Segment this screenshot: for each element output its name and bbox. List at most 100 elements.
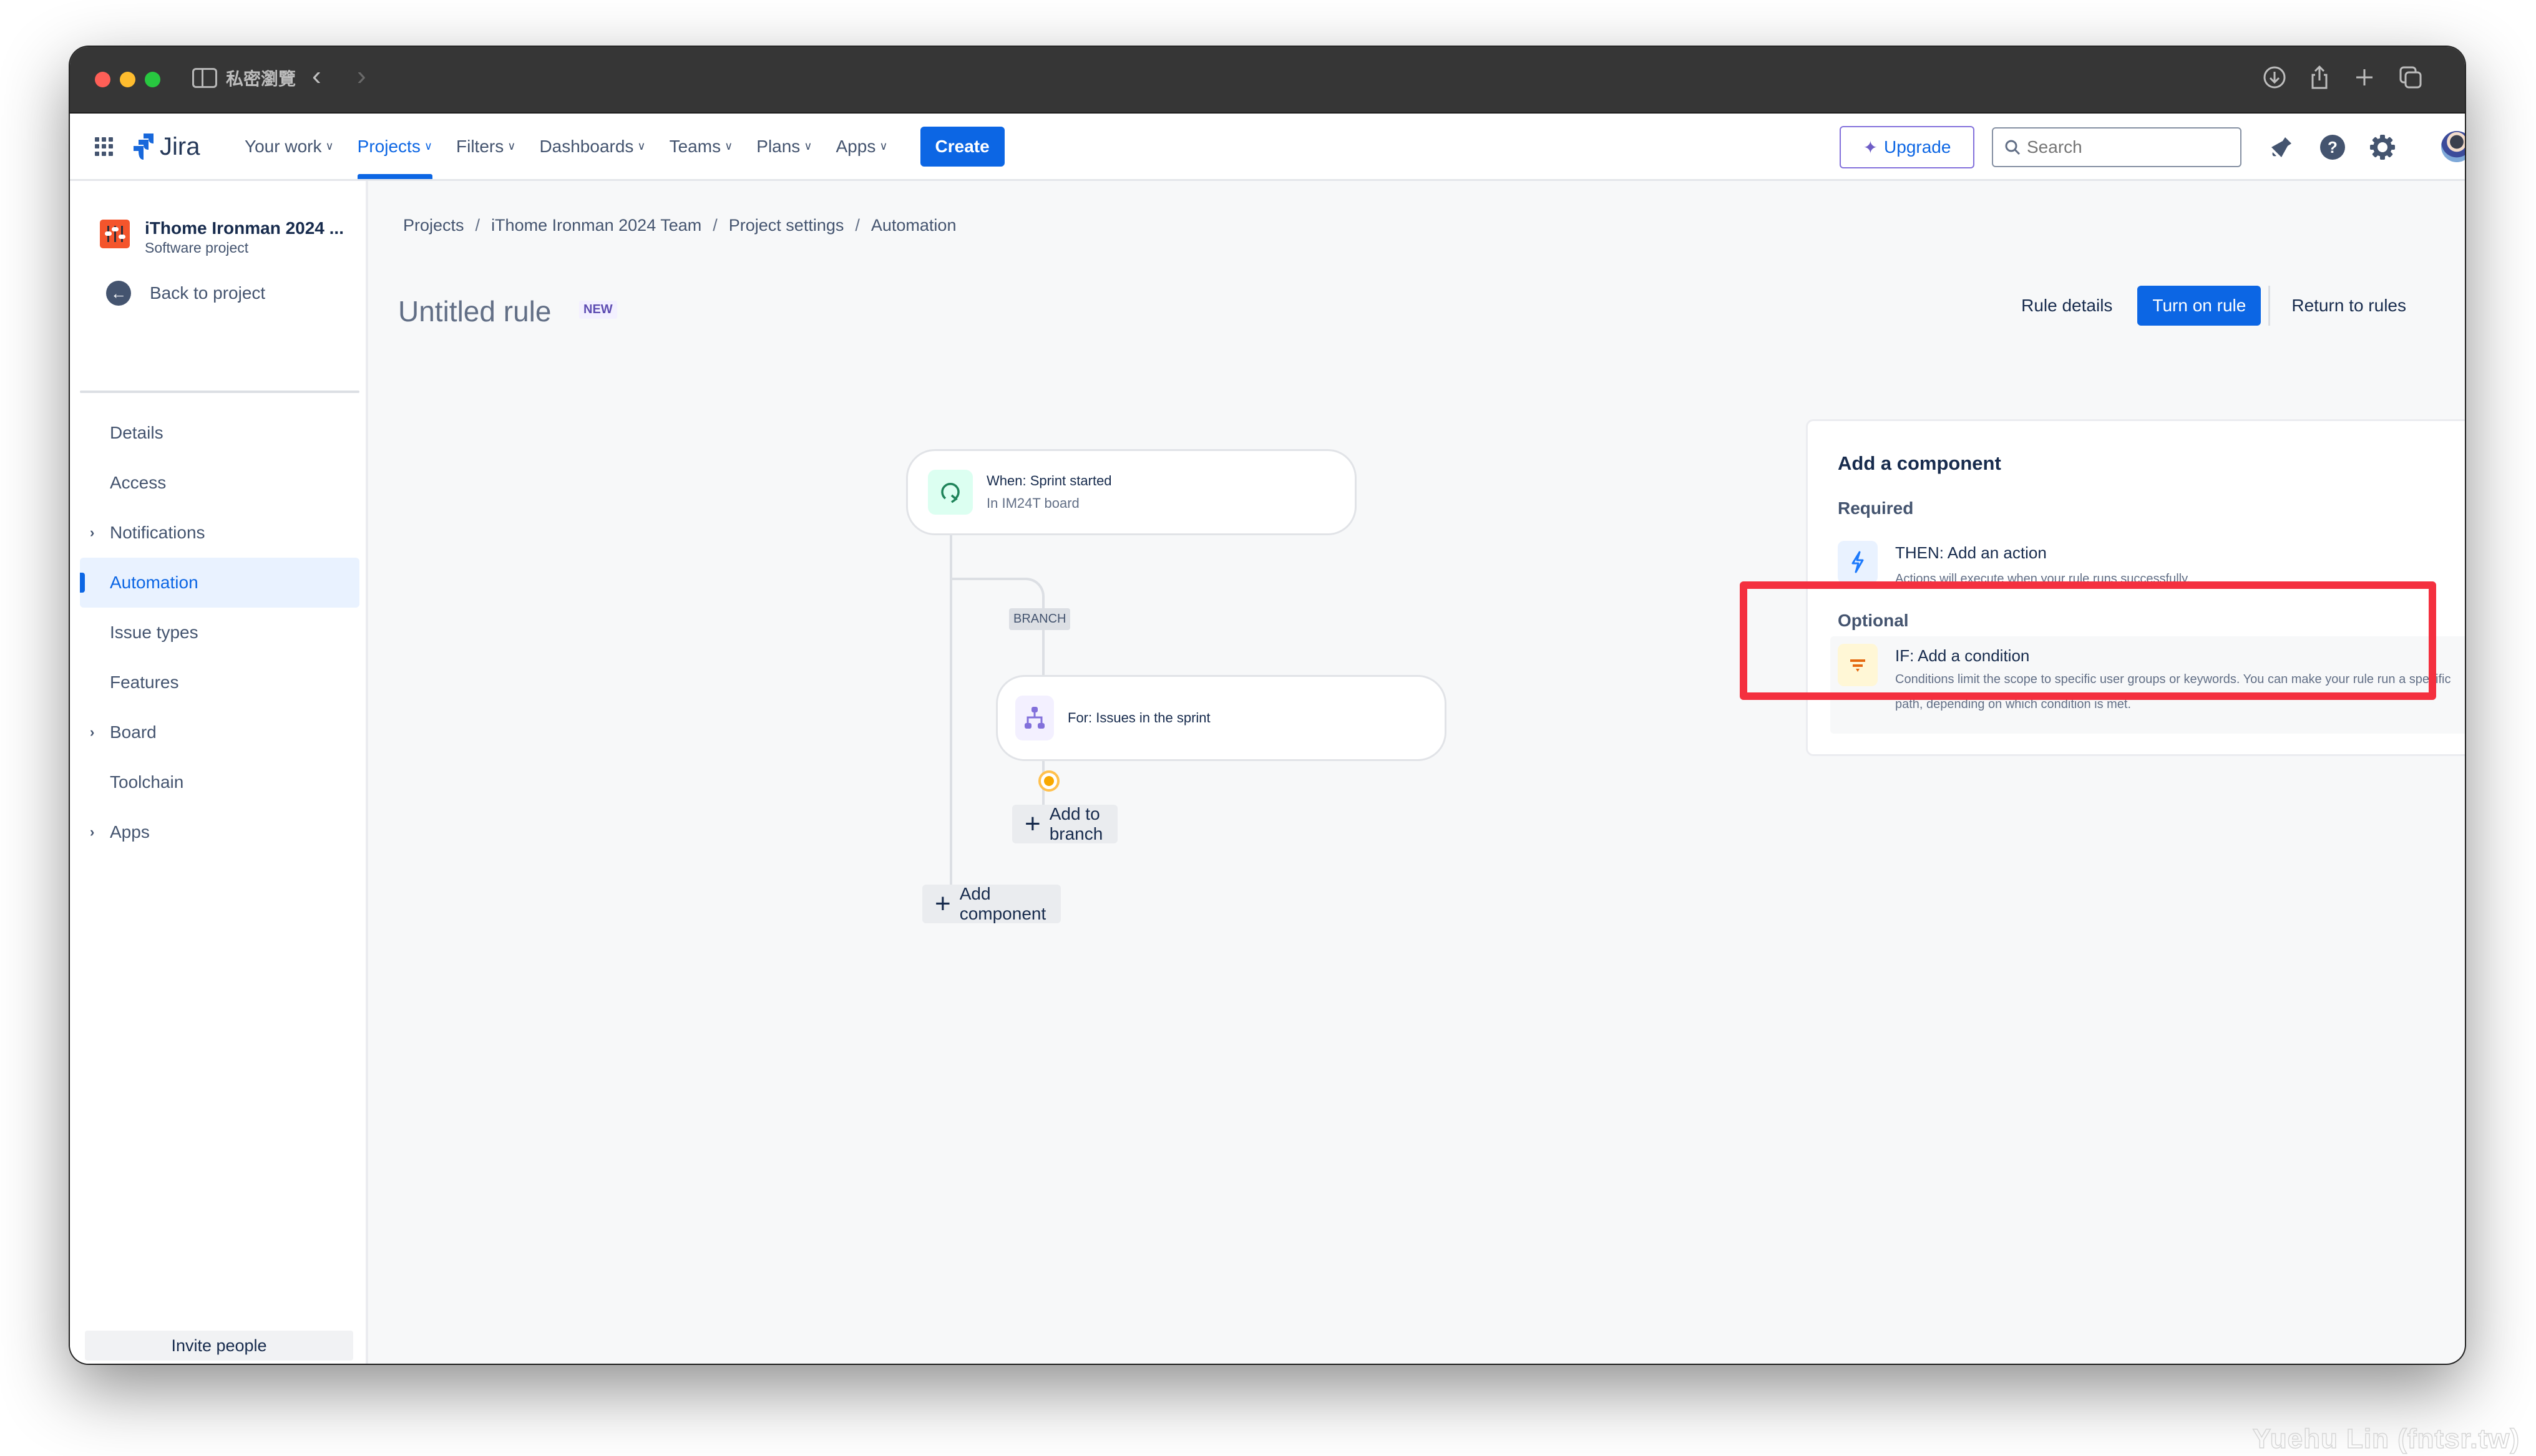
nav-label: Plans (756, 136, 801, 156)
lightning-icon (1838, 541, 1878, 583)
return-to-rules-button[interactable]: Return to rules (2285, 286, 2412, 326)
insertion-point-marker[interactable] (1038, 770, 1060, 792)
breadcrumb-separator: / (855, 216, 860, 235)
sidebar-item-issue-types[interactable]: Issue types (80, 608, 359, 658)
sidebar-item-label: Automation (110, 573, 198, 592)
zoom-window-button[interactable] (145, 72, 160, 87)
project-avatar-icon (100, 220, 130, 248)
nav-teams[interactable]: Teams ∨ (670, 114, 733, 179)
app-switcher-icon[interactable] (95, 137, 114, 156)
chevron-right-icon[interactable]: › (90, 724, 94, 740)
invite-people-button[interactable]: Invite people (85, 1331, 353, 1361)
settings-icon[interactable] (2369, 133, 2396, 161)
nav-filters[interactable]: Filters ∨ (456, 114, 515, 179)
nav-projects[interactable]: Projects ∨ (357, 114, 433, 179)
primary-nav: Your work ∨ Projects ∨ Filters ∨ Dashboards… (245, 114, 1005, 179)
branch-label: BRANCH (1009, 608, 1071, 630)
branch-connector-line (950, 578, 1023, 580)
nav-label: Teams (669, 136, 721, 156)
nav-your-work[interactable]: Your work ∨ (245, 114, 334, 179)
nav-apps[interactable]: Apps ∨ (836, 114, 888, 179)
add-component-label: Add component (959, 884, 1046, 923)
chevron-down-icon: ∨ (507, 140, 516, 152)
chevron-down-icon: ∨ (724, 140, 733, 152)
chevron-right-icon[interactable]: › (90, 525, 94, 541)
project-type: Software project (145, 240, 249, 256)
rule-header-actions: Rule details Turn on rule Return to rule… (2007, 286, 2412, 326)
back-to-project-label: Back to project (150, 283, 266, 303)
back-icon[interactable]: ‹ (312, 61, 321, 92)
minimize-window-button[interactable] (120, 72, 135, 87)
breadcrumb-project-settings[interactable]: Project settings (729, 216, 844, 235)
sidebar-toggle-icon[interactable] (192, 68, 217, 88)
sidebar-item-label: Issue types (110, 623, 198, 642)
tab-overview-icon[interactable] (2397, 64, 2424, 90)
jira-logo[interactable]: Jira (132, 132, 200, 161)
sidebar-item-label: Toolchain (110, 772, 184, 792)
forward-icon[interactable]: › (357, 61, 366, 92)
nav-plans[interactable]: Plans ∨ (756, 114, 812, 179)
required-section-label: Required (1838, 498, 1914, 518)
new-tab-icon[interactable] (2351, 64, 2378, 90)
annotation-highlight-box (1740, 581, 2436, 700)
sidebar-item-details[interactable]: Details (80, 408, 359, 458)
chevron-down-icon: ∨ (879, 140, 888, 152)
sidebar-item-label: Notifications (110, 523, 205, 542)
breadcrumb-project[interactable]: iThome Ironman 2024 Team (491, 216, 701, 235)
sidebar-item-notifications[interactable]: › Notifications (80, 508, 359, 558)
nav-dashboards[interactable]: Dashboards ∨ (539, 114, 645, 179)
add-component-button[interactable]: + Add component (922, 884, 1061, 923)
create-button[interactable]: Create (920, 126, 1005, 167)
rule-title[interactable]: Untitled rule (398, 294, 551, 328)
search-field[interactable] (1992, 127, 2241, 167)
browser-window: 私密瀏覽 ‹ › Jira Your work ∨ Projects ∨ Fil… (70, 47, 2465, 1364)
chevron-down-icon: ∨ (804, 140, 812, 152)
breadcrumb-projects[interactable]: Projects (403, 216, 464, 235)
sidebar-item-automation[interactable]: Automation (80, 558, 359, 608)
search-input[interactable] (2027, 137, 2226, 157)
breadcrumb-automation[interactable]: Automation (871, 216, 957, 235)
arrow-left-icon: ← (106, 281, 131, 306)
sidebar-item-label: Apps (110, 822, 150, 842)
browser-titlebar: 私密瀏覽 ‹ › (70, 47, 2465, 114)
branch-connector-curve (1021, 578, 1045, 601)
nav-label: Your work (245, 136, 322, 156)
main-connector-line (950, 534, 952, 887)
back-to-project-link[interactable]: ← Back to project (106, 281, 265, 306)
close-window-button[interactable] (95, 72, 110, 87)
sidebar-item-board[interactable]: › Board (80, 707, 359, 757)
watermark: Yuehu Lin (fntsr.tw) (2252, 1423, 2520, 1455)
plus-icon: + (1025, 808, 1041, 839)
jira-top-navigation: Jira Your work ∨ Projects ∨ Filters ∨ Dashb… (70, 114, 2465, 181)
nav-label: Dashboards (539, 136, 634, 156)
nav-label: Projects (357, 136, 421, 156)
automation-rule-editor: Projects / iThome Ironman 2024 Team / Pr… (368, 181, 2465, 1364)
sidebar-item-apps[interactable]: › Apps (80, 807, 359, 857)
download-icon[interactable] (2261, 64, 2288, 90)
sidebar-divider (80, 391, 359, 393)
trigger-subtitle: In IM24T board (987, 495, 1080, 511)
rule-details-button[interactable]: Rule details (2007, 286, 2126, 326)
window-title: 私密瀏覽 (226, 69, 296, 89)
chevron-down-icon: ∨ (637, 140, 646, 152)
project-header[interactable]: iThome Ironman 2024 ... Software project (100, 218, 344, 256)
share-icon[interactable] (2306, 64, 2333, 90)
branch-node[interactable]: For: Issues in the sprint (996, 675, 1446, 761)
help-icon[interactable]: ? (2319, 133, 2346, 161)
trigger-node[interactable]: When: Sprint started In IM24T board (906, 449, 1357, 535)
chevron-right-icon[interactable]: › (90, 824, 94, 840)
sidebar-nav-list: Details Access › Notifications Automation… (80, 408, 359, 857)
sidebar-item-features[interactable]: Features (80, 658, 359, 707)
sidebar-item-label: Board (110, 722, 157, 742)
upgrade-button[interactable]: ✦ Upgrade (1840, 126, 1974, 168)
sidebar-item-toolchain[interactable]: Toolchain (80, 757, 359, 807)
panel-title: Add a component (1838, 452, 2001, 474)
jira-logo-icon (134, 133, 154, 160)
add-to-branch-button[interactable]: + Add to branch (1012, 804, 1118, 843)
sparkle-icon: ✦ (1863, 137, 1878, 157)
trigger-title: When: Sprint started (987, 473, 1112, 488)
turn-on-rule-button[interactable]: Turn on rule (2137, 286, 2261, 326)
avatar[interactable] (2441, 131, 2465, 162)
notifications-icon[interactable] (2268, 133, 2295, 161)
sidebar-item-access[interactable]: Access (80, 458, 359, 508)
